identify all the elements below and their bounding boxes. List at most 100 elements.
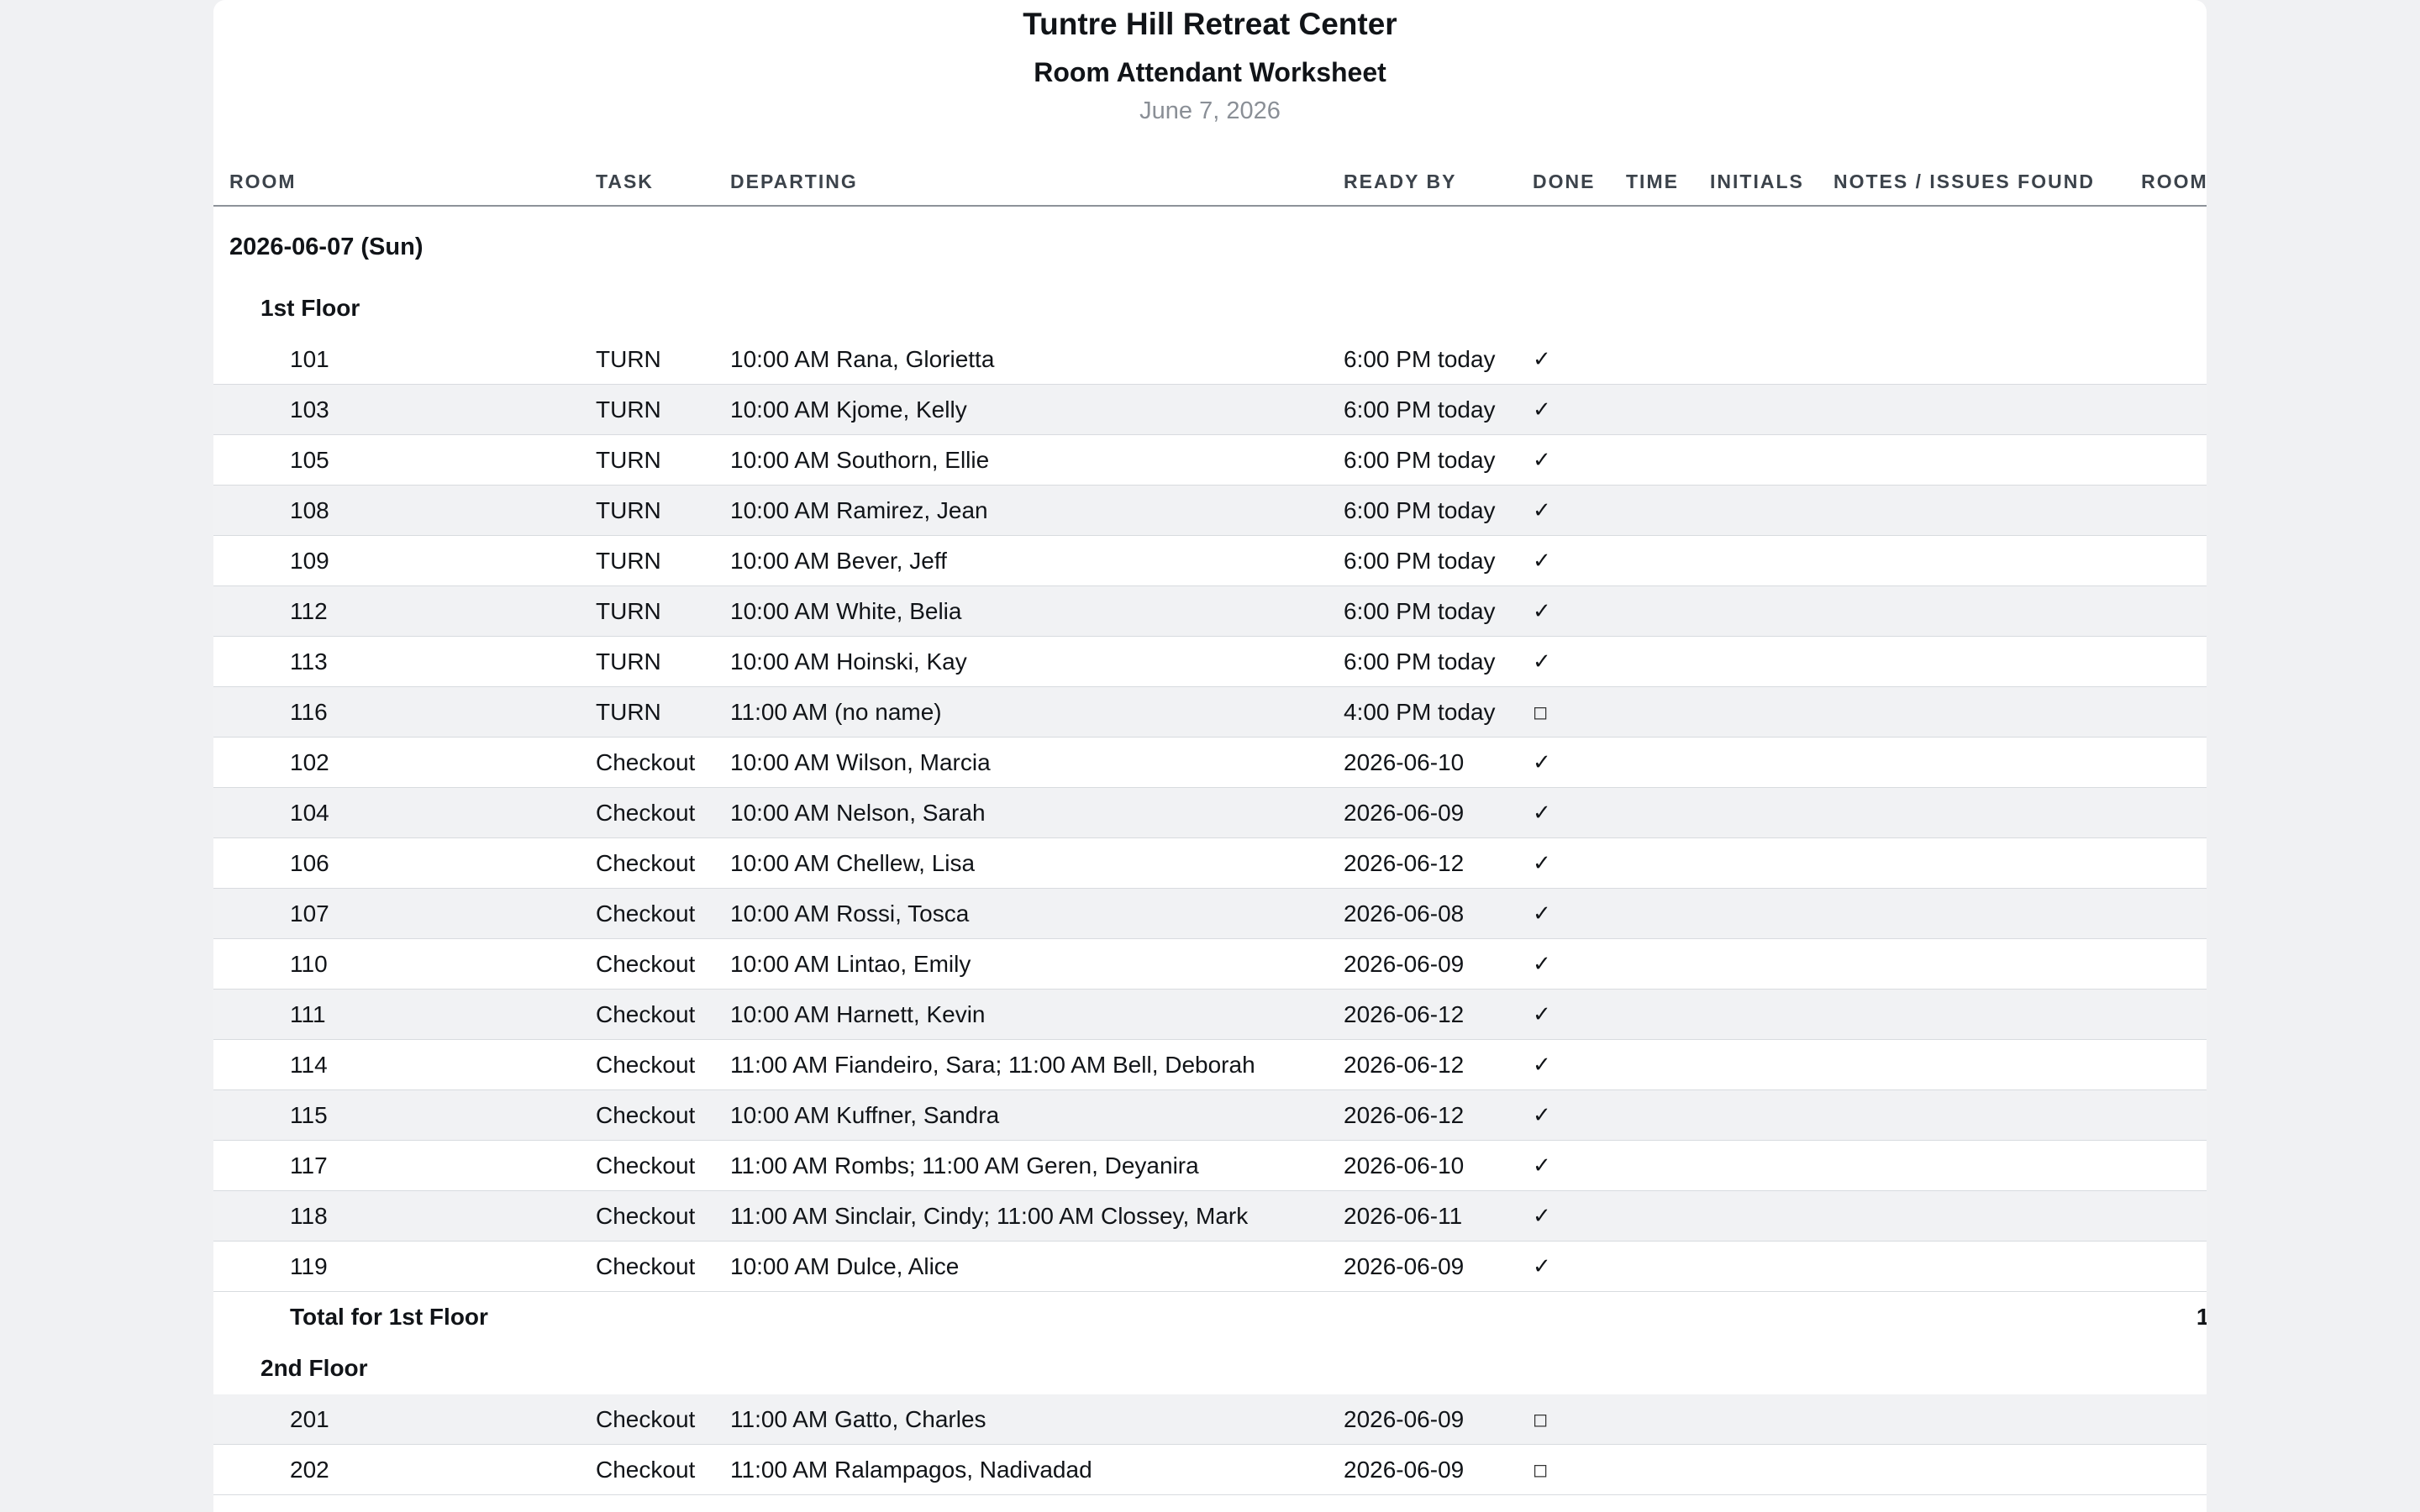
done-checkbox[interactable]: ✓ [1533,737,1626,788]
table-row[interactable]: 119 Checkout 10:00 AM Dulce, Alice 2026-06-… [213,1241,2207,1292]
notes-cell[interactable] [1833,535,2115,586]
col-header-task[interactable]: TASK [596,158,730,207]
time-cell[interactable] [1626,1394,1710,1445]
time-cell[interactable] [1626,334,1710,385]
time-cell[interactable] [1626,1140,1710,1191]
initials-cell[interactable] [1710,737,1833,788]
done-checkbox[interactable]: ✓ [1533,1190,1626,1242]
done-checkbox[interactable]: ✓ [1533,938,1626,990]
table-row[interactable]: 104 Checkout 10:00 AM Nelson, Sarah 2026-06… [213,787,2207,838]
col-header-rooms[interactable]: ROOMS [2115,158,2207,207]
time-cell[interactable] [1626,787,1710,838]
notes-cell[interactable] [1833,384,2115,435]
notes-cell[interactable] [1833,1140,2115,1191]
done-checkbox[interactable]: ✓ [1533,1089,1626,1141]
done-checkbox[interactable]: ✓ [1533,485,1626,536]
time-cell[interactable] [1626,1190,1710,1242]
done-checkbox[interactable]: ✓ [1533,1140,1626,1191]
table-row[interactable]: 116TURN11:00 AM (no name)4:00 PM today◻ 1 [213,686,2207,738]
time-cell[interactable] [1626,1039,1710,1090]
initials-cell[interactable] [1710,1140,1833,1191]
initials-cell[interactable] [1710,1241,1833,1292]
initials-cell[interactable] [1710,585,1833,637]
done-checkbox[interactable]: ✓ [1533,787,1626,838]
table-row[interactable]: 110 Checkout 10:00 AM Lintao, Emily 2026-06… [213,938,2207,990]
initials-cell[interactable] [1710,1190,1833,1242]
notes-cell[interactable] [1833,1444,2115,1495]
notes-cell[interactable] [1833,686,2115,738]
done-checkbox[interactable]: ✓ [1533,1039,1626,1090]
notes-cell[interactable] [1833,888,2115,939]
done-checkbox[interactable]: ✓ [1533,434,1626,486]
initials-cell[interactable] [1710,1089,1833,1141]
col-header-ready-by[interactable]: READY BY [1344,158,1533,207]
time-cell[interactable] [1626,434,1710,486]
table-row[interactable]: 109 TURN 10:00 AM Bever, Jeff 6:00 PM today… [213,535,2207,586]
table-row[interactable]: 106 Checkout 10:00 AM Chellew, Lisa 2026-06… [213,837,2207,889]
done-checkbox[interactable]: ✓ [1533,334,1626,385]
initials-cell[interactable] [1710,434,1833,486]
table-row[interactable]: 201 Checkout 11:00 AM Gatto, Charles 2026-0… [213,1394,2207,1445]
table-row[interactable]: 113 TURN 10:00 AM Hoinski, Kay 6:00 PM toda… [213,636,2207,687]
notes-cell[interactable] [1833,485,2115,536]
initials-cell[interactable] [1710,989,1833,1040]
initials-cell[interactable] [1710,1039,1833,1090]
initials-cell[interactable] [1710,686,1833,738]
done-checkbox[interactable]: ✓ [1533,1241,1626,1292]
table-row[interactable]: 114 Checkout 11:00 AM Fiandeiro, Sara; 11:… [213,1039,2207,1090]
done-checkbox[interactable]: ✓ [1533,989,1626,1040]
notes-cell[interactable] [1833,334,2115,385]
time-cell[interactable] [1626,384,1710,435]
col-header-done[interactable]: DONE [1533,158,1626,207]
done-checkbox[interactable]: ◻ [1533,1444,1626,1495]
done-checkbox[interactable]: ✓ [1533,837,1626,889]
notes-cell[interactable] [1833,1241,2115,1292]
table-row[interactable]: 107 Checkout 10:00 AM Rossi, Tosca 2026-06-… [213,888,2207,939]
done-checkbox[interactable]: ✓ [1533,384,1626,435]
table-row[interactable]: 105 TURN 10:00 AM Southorn, Ellie 6:00 PM t… [213,434,2207,486]
initials-cell[interactable] [1710,535,1833,586]
initials-cell[interactable] [1710,1444,1833,1495]
notes-cell[interactable] [1833,1039,2115,1090]
table-row[interactable]: 103 TURN 10:00 AM Kjome, Kelly 6:00 PM toda… [213,384,2207,435]
time-cell[interactable] [1626,1241,1710,1292]
notes-cell[interactable] [1833,938,2115,990]
col-header-initials[interactable]: INITIALS [1710,158,1833,207]
time-cell[interactable] [1626,636,1710,687]
notes-cell[interactable] [1833,737,2115,788]
table-row[interactable]: 102 Checkout 10:00 AM Wilson, Marcia 2026-0… [213,737,2207,788]
done-checkbox[interactable]: ✓ [1533,585,1626,637]
col-header-time[interactable]: TIME [1626,158,1710,207]
initials-cell[interactable] [1710,888,1833,939]
notes-cell[interactable] [1833,636,2115,687]
time-cell[interactable] [1626,938,1710,990]
notes-cell[interactable] [1833,434,2115,486]
notes-cell[interactable] [1833,1089,2115,1141]
notes-cell[interactable] [1833,989,2115,1040]
initials-cell[interactable] [1710,1394,1833,1445]
table-row[interactable]: 115 Checkout 10:00 AM Kuffner, Sandra 2026-… [213,1089,2207,1141]
initials-cell[interactable] [1710,384,1833,435]
table-row[interactable]: 101 TURN 10:00 AM Rana, Glorietta 6:00 PM t… [213,334,2207,385]
done-checkbox[interactable]: ✓ [1533,535,1626,586]
col-header-notes[interactable]: NOTES / ISSUES FOUND [1833,158,2115,207]
table-row[interactable]: 111 Checkout 10:00 AM Harnett, Kevin 2026-0… [213,989,2207,1040]
done-checkbox[interactable]: ✓ [1533,636,1626,687]
notes-cell[interactable] [1833,787,2115,838]
time-cell[interactable] [1626,837,1710,889]
initials-cell[interactable] [1710,837,1833,889]
time-cell[interactable] [1626,888,1710,939]
initials-cell[interactable] [1710,334,1833,385]
time-cell[interactable] [1626,1089,1710,1141]
done-checkbox[interactable]: ✓ [1533,888,1626,939]
table-row[interactable]: 108 TURN 10:00 AM Ramirez, Jean 6:00 PM tod… [213,485,2207,536]
done-checkbox[interactable]: ◻ [1533,686,1626,738]
time-cell[interactable] [1626,737,1710,788]
time-cell[interactable] [1626,1444,1710,1495]
time-cell[interactable] [1626,686,1710,738]
table-row[interactable]: 118 Checkout 11:00 AM Sinclair, Cindy; 11:… [213,1190,2207,1242]
notes-cell[interactable] [1833,585,2115,637]
time-cell[interactable] [1626,585,1710,637]
table-row[interactable]: 117 Checkout 11:00 AM Rombs; 11:00 AM Gere… [213,1140,2207,1191]
notes-cell[interactable] [1833,1394,2115,1445]
